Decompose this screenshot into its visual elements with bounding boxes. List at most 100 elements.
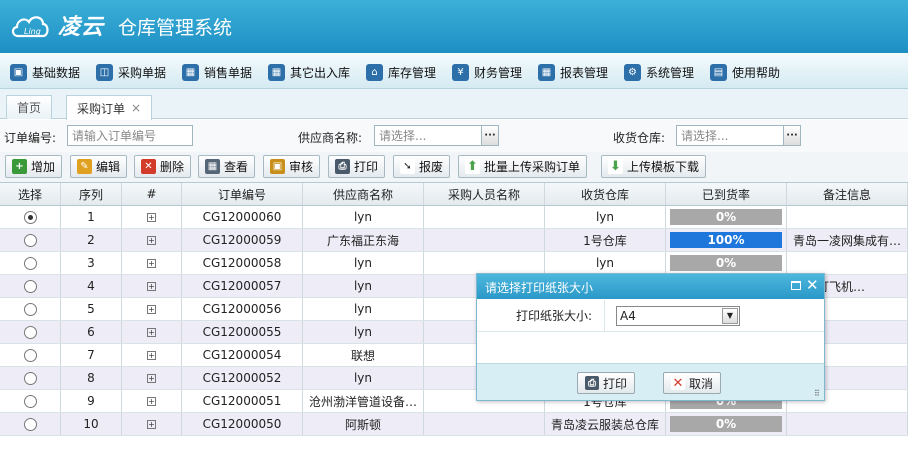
row-select-radio[interactable] bbox=[23, 233, 37, 247]
tab-purchase-order[interactable]: 采购订单 × bbox=[66, 95, 153, 120]
row-select-radio[interactable] bbox=[23, 302, 37, 316]
col-header-note[interactable]: 备注信息 bbox=[787, 183, 908, 205]
select-cell bbox=[0, 321, 61, 343]
add-button-label: 增加 bbox=[31, 160, 56, 174]
template-download-button[interactable]: ⬇ 上传模板下载 bbox=[601, 155, 707, 178]
view-button[interactable]: ▦ 查看 bbox=[198, 155, 256, 178]
row-select-radio[interactable] bbox=[23, 371, 37, 385]
order-code-cell: CG12000052 bbox=[182, 367, 303, 389]
expand-row-icon[interactable]: + bbox=[147, 327, 156, 337]
dialog-title-bar[interactable]: 请选择打印纸张大小 ✕ bbox=[477, 274, 824, 299]
app-header: Ling 凌云 仓库管理系统 bbox=[0, 0, 908, 53]
col-header-select[interactable]: 选择 bbox=[0, 183, 61, 205]
add-button[interactable]: + 增加 bbox=[5, 155, 63, 178]
col-header-order-code[interactable]: 订单编号 bbox=[182, 183, 303, 205]
row-select-radio[interactable] bbox=[23, 348, 37, 362]
print-button[interactable]: ⎙ 打印 bbox=[328, 155, 386, 178]
seq-cell: 3 bbox=[61, 252, 122, 274]
arrival-progress-bar: 0% bbox=[670, 416, 782, 432]
note-cell bbox=[787, 206, 908, 228]
expander-cell: + bbox=[122, 321, 182, 343]
row-select-radio[interactable] bbox=[23, 325, 37, 339]
expand-row-icon[interactable]: + bbox=[147, 212, 156, 222]
col-header-arrival-rate[interactable]: 已到货率 bbox=[666, 183, 787, 205]
close-icon[interactable]: ✕ bbox=[806, 276, 819, 294]
row-select-radio[interactable] bbox=[23, 210, 37, 224]
row-select-radio[interactable] bbox=[23, 279, 37, 293]
approve-button[interactable]: ▣ 审核 bbox=[263, 155, 321, 178]
supplier-cell: lyn bbox=[303, 252, 424, 274]
print-confirm-button[interactable]: ⎙ 打印 bbox=[577, 372, 636, 394]
print-confirm-label: 打印 bbox=[603, 376, 628, 391]
scrap-button[interactable]: ➘ 报废 bbox=[393, 155, 451, 178]
cancel-button[interactable]: ✕ 取消 bbox=[663, 372, 722, 394]
col-header-hash[interactable]: # bbox=[122, 183, 182, 205]
expand-row-icon[interactable]: + bbox=[147, 258, 156, 268]
col-header-warehouse[interactable]: 收货仓库 bbox=[545, 183, 666, 205]
tab-home[interactable]: 首页 bbox=[6, 95, 53, 119]
supplier-input[interactable] bbox=[374, 125, 482, 146]
col-header-buyer[interactable]: 采购人员名称 bbox=[424, 183, 545, 205]
select-cell bbox=[0, 275, 61, 297]
calendar-icon: ▦ bbox=[268, 63, 285, 81]
expand-row-icon[interactable]: + bbox=[147, 396, 156, 406]
menu-item-help[interactable]: ▤ 使用帮助 bbox=[710, 62, 780, 82]
note-cell: 青岛一凌网集成有… bbox=[787, 229, 908, 251]
expander-cell: + bbox=[122, 390, 182, 412]
arrival-progress-bar: 0% bbox=[670, 209, 782, 225]
expand-row-icon[interactable]: + bbox=[147, 373, 156, 383]
col-header-seq[interactable]: 序列 bbox=[61, 183, 122, 205]
expand-row-icon[interactable]: + bbox=[147, 281, 156, 291]
menu-item-other-inout[interactable]: ▦ 其它出入库 bbox=[268, 62, 350, 82]
select-cell bbox=[0, 413, 61, 435]
table-row[interactable]: 3 + CG12000058 lyn lyn 0% bbox=[0, 252, 908, 275]
dialog-footer: ⎙ 打印 ✕ 取消 ⠿ bbox=[477, 363, 824, 400]
menu-item-label: 其它出入库 bbox=[290, 65, 351, 80]
row-select-radio[interactable] bbox=[23, 256, 37, 270]
expander-cell: + bbox=[122, 344, 182, 366]
paper-size-select[interactable]: A4 ▼ bbox=[616, 306, 740, 326]
order-code-cell: CG12000060 bbox=[182, 206, 303, 228]
menu-item-reports[interactable]: ▦ 报表管理 bbox=[538, 62, 608, 82]
maximize-icon[interactable] bbox=[791, 281, 801, 290]
menu-item-sales[interactable]: ▦ 销售单据 bbox=[182, 62, 252, 82]
col-header-supplier[interactable]: 供应商名称 bbox=[303, 183, 424, 205]
menu-item-label: 报表管理 bbox=[560, 65, 609, 80]
table-row[interactable]: 1 + CG12000060 lyn lyn 0% bbox=[0, 206, 908, 229]
tab-bar: 首页 采购订单 × bbox=[0, 89, 908, 120]
edit-button-label: 编辑 bbox=[96, 160, 121, 174]
edit-icon: ✎ bbox=[77, 159, 92, 174]
expand-row-icon[interactable]: + bbox=[147, 235, 156, 245]
expand-row-icon[interactable]: + bbox=[147, 419, 156, 429]
row-select-radio[interactable] bbox=[23, 417, 37, 431]
warehouse-cell: lyn bbox=[545, 206, 666, 228]
progress-text: 0% bbox=[715, 210, 737, 224]
menu-item-basic-data[interactable]: ▣ 基础数据 bbox=[10, 62, 80, 82]
menu-item-inventory[interactable]: ⌂ 库存管理 bbox=[366, 62, 436, 82]
resize-handle-icon[interactable]: ⠿ bbox=[814, 390, 822, 398]
expand-row-icon[interactable]: + bbox=[147, 304, 156, 314]
warehouse-input[interactable] bbox=[676, 125, 784, 146]
close-icon[interactable]: × bbox=[131, 101, 141, 115]
menu-item-label: 使用帮助 bbox=[732, 65, 781, 80]
batch-upload-button[interactable]: ⬆ 批量上传采购订单 bbox=[458, 155, 588, 178]
warehouse-picker-button[interactable]: ··· bbox=[783, 125, 801, 146]
expand-row-icon[interactable]: + bbox=[147, 350, 156, 360]
menu-item-purchase[interactable]: ◫ 采购单据 bbox=[96, 62, 166, 82]
gear-icon: ⚙ bbox=[624, 63, 641, 81]
arrival-rate-cell: 100% bbox=[666, 229, 787, 251]
row-select-radio[interactable] bbox=[23, 394, 37, 408]
supplier-picker-button[interactable]: ··· bbox=[481, 125, 499, 146]
select-cell bbox=[0, 390, 61, 412]
edit-button[interactable]: ✎ 编辑 bbox=[70, 155, 128, 178]
table-row[interactable]: 2 + CG12000059 广东福正东海 1号仓库 100% 青岛一凌网集成有… bbox=[0, 229, 908, 252]
calendar-icon: ▦ bbox=[538, 63, 555, 81]
seq-cell: 4 bbox=[61, 275, 122, 297]
order-code-input[interactable] bbox=[67, 125, 193, 146]
delete-button[interactable]: ✕ 删除 bbox=[134, 155, 192, 178]
chevron-down-icon[interactable]: ▼ bbox=[722, 308, 738, 324]
table-row[interactable]: 10 + CG12000050 阿斯顿 青岛凌云服装总仓库 0% bbox=[0, 413, 908, 436]
menu-item-finance[interactable]: ¥ 财务管理 bbox=[452, 62, 522, 82]
menu-item-system[interactable]: ⚙ 系统管理 bbox=[624, 62, 694, 82]
view-icon: ▦ bbox=[205, 159, 220, 174]
